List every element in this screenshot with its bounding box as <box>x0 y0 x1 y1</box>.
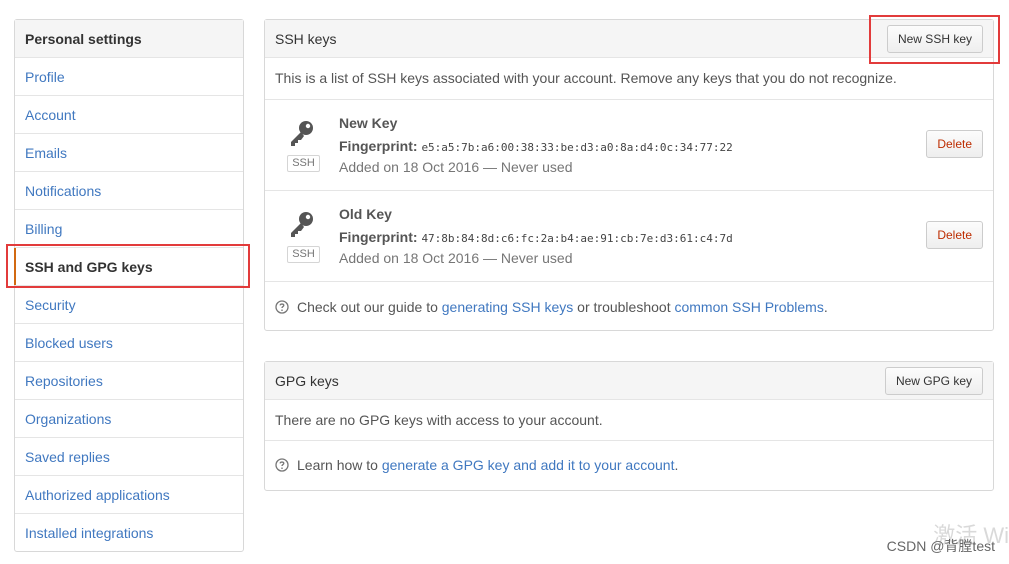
sidebar-item-account[interactable]: Account <box>15 96 243 134</box>
new-gpg-key-button[interactable]: New GPG key <box>884 367 983 395</box>
generating-ssh-keys-link[interactable]: generating SSH keys <box>442 299 574 315</box>
fingerprint-value: e5:a5:7b:a6:00:38:33:be:d3:a0:8a:d4:0c:3… <box>421 141 733 154</box>
ssh-help-middle: or troubleshoot <box>573 299 675 315</box>
sidebar-item-ssh-gpg-keys[interactable]: SSH and GPG keys <box>14 248 243 286</box>
key-added-date: Added on 18 Oct 2016 — Never used <box>339 159 573 175</box>
common-ssh-problems-link[interactable]: common SSH Problems <box>674 299 823 315</box>
sidebar-item-repositories[interactable]: Repositories <box>15 362 243 400</box>
sidebar-item-billing[interactable]: Billing <box>15 210 243 248</box>
sidebar-heading: Personal settings <box>15 20 243 58</box>
ssh-keys-title: SSH keys <box>275 31 337 47</box>
key-icon <box>291 212 313 237</box>
ssh-keys-header: SSH keys New SSH key <box>265 20 993 58</box>
ssh-badge: SSH <box>287 246 320 263</box>
key-icon <box>291 121 313 146</box>
gpg-keys-panel: GPG keys New GPG key There are no GPG ke… <box>264 361 994 491</box>
delete-key-button[interactable]: Delete <box>926 130 983 158</box>
delete-key-button[interactable]: Delete <box>926 221 983 249</box>
csdn-watermark: CSDN @背膛test <box>886 538 995 554</box>
sidebar-item-emails[interactable]: Emails <box>15 134 243 172</box>
fingerprint-value: 47:8b:84:8d:c6:fc:2a:b4:ae:91:cb:7e:d3:6… <box>421 232 733 245</box>
sidebar-item-saved-replies[interactable]: Saved replies <box>15 438 243 476</box>
sidebar-item-profile[interactable]: Profile <box>15 58 243 96</box>
sidebar-item-organizations[interactable]: Organizations <box>15 400 243 438</box>
sidebar-item-notifications[interactable]: Notifications <box>15 172 243 210</box>
ssh-help-row: Check out our guide to generating SSH ke… <box>265 282 993 332</box>
ssh-keys-description: This is a list of SSH keys associated wi… <box>265 58 993 100</box>
fingerprint-label: Fingerprint: <box>339 138 418 154</box>
sidebar-item-installed-integrations[interactable]: Installed integrations <box>15 514 243 551</box>
ssh-key-row: SSH New Key Fingerprint: e5:a5:7b:a6:00:… <box>265 100 993 191</box>
gpg-keys-header: GPG keys New GPG key <box>265 362 993 400</box>
gpg-help-suffix: . <box>674 457 679 473</box>
gpg-help-prefix: Learn how to <box>297 457 382 473</box>
sidebar-item-security[interactable]: Security <box>15 286 243 324</box>
ssh-badge: SSH <box>287 155 320 172</box>
gpg-empty-message: There are no GPG keys with access to you… <box>265 400 993 441</box>
gpg-keys-title: GPG keys <box>275 373 339 389</box>
key-fingerprint: Fingerprint: e5:a5:7b:a6:00:38:33:be:d3:… <box>339 138 733 154</box>
settings-sidebar: Personal settings Profile Account Emails… <box>14 19 244 552</box>
question-icon <box>275 300 289 314</box>
key-title: New Key <box>339 115 398 131</box>
key-title: Old Key <box>339 206 392 222</box>
generate-gpg-key-link[interactable]: generate a GPG key and add it to your ac… <box>382 457 675 473</box>
sidebar-item-blocked-users[interactable]: Blocked users <box>15 324 243 362</box>
ssh-help-suffix: . <box>823 299 828 315</box>
fingerprint-label: Fingerprint: <box>339 229 418 245</box>
key-fingerprint: Fingerprint: 47:8b:84:8d:c6:fc:2a:b4:ae:… <box>339 229 733 245</box>
new-ssh-key-button[interactable]: New SSH key <box>886 25 983 53</box>
gpg-help-row: Learn how to generate a GPG key and add … <box>265 441 993 489</box>
sidebar-item-authorized-applications[interactable]: Authorized applications <box>15 476 243 514</box>
ssh-key-row: SSH Old Key Fingerprint: 47:8b:84:8d:c6:… <box>265 191 993 282</box>
key-added-date: Added on 18 Oct 2016 — Never used <box>339 250 573 266</box>
ssh-help-prefix: Check out our guide to <box>297 299 442 315</box>
ssh-keys-panel: SSH keys New SSH key This is a list of S… <box>264 19 994 331</box>
question-icon <box>275 458 289 472</box>
